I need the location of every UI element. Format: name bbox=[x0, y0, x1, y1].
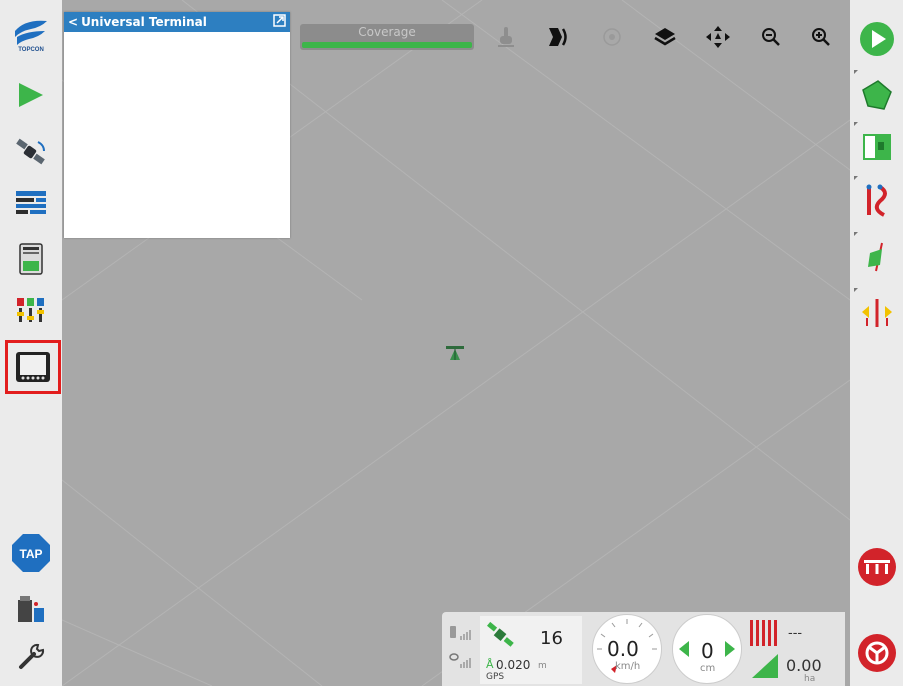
tap-label: TAP bbox=[19, 547, 42, 561]
coverage-label: Coverage bbox=[358, 25, 416, 39]
accuracy-icon: Å bbox=[486, 658, 494, 671]
left-sidebar: TOPCON TAP bbox=[0, 0, 62, 686]
position-source: GPS bbox=[486, 672, 505, 682]
area-value: 0.00 bbox=[786, 656, 822, 675]
submenu-indicator-icon bbox=[854, 176, 858, 180]
boom-sections-icon bbox=[858, 548, 896, 586]
zoom-in-icon[interactable] bbox=[806, 24, 836, 50]
nudge-icon bbox=[862, 299, 892, 327]
zoom-out-icon[interactable] bbox=[756, 24, 786, 50]
area-unit: ha bbox=[804, 674, 816, 684]
target-icon[interactable] bbox=[597, 24, 627, 50]
gps-status-block[interactable]: 16 Å 0.020 m GPS bbox=[480, 616, 582, 684]
gps-satellite-icon bbox=[487, 621, 514, 647]
swath-lines-button[interactable] bbox=[854, 176, 898, 222]
implement-settings-icon[interactable] bbox=[8, 180, 54, 226]
pin-marker-icon bbox=[868, 242, 883, 272]
back-chevron-icon[interactable]: < bbox=[68, 15, 78, 29]
coverage-progress-bar bbox=[302, 42, 472, 48]
satellite-count: 16 bbox=[540, 628, 563, 649]
machine-profile-icon[interactable] bbox=[8, 586, 54, 632]
accuracy-unit: m bbox=[538, 661, 547, 671]
universal-terminal-button[interactable] bbox=[5, 340, 61, 394]
wrench-settings-icon[interactable] bbox=[8, 634, 54, 680]
console-display-icon[interactable] bbox=[8, 236, 54, 282]
application-status-icon[interactable] bbox=[748, 618, 780, 680]
svg-text:TOPCON: TOPCON bbox=[18, 47, 44, 53]
play-icon bbox=[860, 22, 894, 56]
field-boundary-icon bbox=[862, 80, 892, 110]
marker-button[interactable] bbox=[854, 232, 898, 278]
offset-value: 0 bbox=[701, 639, 714, 663]
right-sidebar bbox=[850, 0, 903, 686]
guidance-lines-icon[interactable] bbox=[544, 24, 574, 50]
section-master-button[interactable] bbox=[856, 546, 898, 588]
field-marker-icon bbox=[863, 134, 891, 160]
submenu-indicator-icon bbox=[854, 70, 858, 74]
steering-wheel-icon bbox=[858, 634, 896, 672]
offset-unit: cm bbox=[700, 663, 716, 674]
play-guidance-icon[interactable] bbox=[8, 72, 54, 118]
ut-panel-header[interactable]: < Universal Terminal bbox=[64, 12, 290, 32]
satellite-icon[interactable] bbox=[8, 130, 54, 176]
coverage-button[interactable]: Coverage bbox=[300, 24, 474, 50]
speed-gauge[interactable]: 0.0 km/h bbox=[592, 614, 662, 684]
layers-icon[interactable] bbox=[650, 24, 680, 50]
universal-terminal-icon bbox=[16, 352, 50, 382]
submenu-indicator-icon bbox=[854, 288, 858, 292]
cross-track-gauge[interactable]: 0 cm bbox=[672, 614, 742, 684]
accuracy-value: 0.020 bbox=[496, 658, 531, 672]
shift-line-button[interactable] bbox=[854, 288, 898, 334]
vehicle-marker-icon bbox=[446, 345, 464, 365]
submenu-indicator-icon bbox=[854, 232, 858, 236]
tap-button[interactable]: TAP bbox=[8, 530, 54, 576]
count-value: --- bbox=[788, 626, 803, 641]
start-button[interactable] bbox=[856, 18, 898, 60]
section-control-icon[interactable] bbox=[8, 288, 54, 334]
app-window: < Universal Terminal Coverage TOPCON TAP… bbox=[0, 0, 903, 686]
hand-pointer-icon[interactable] bbox=[491, 24, 521, 50]
status-panel: 16 Å 0.020 m GPS 0.0 km/h 0 cm --- 0.00 … bbox=[442, 612, 845, 686]
field-boundary-button[interactable] bbox=[854, 70, 898, 116]
curve-lines-icon bbox=[866, 184, 887, 217]
universal-terminal-panel: < Universal Terminal bbox=[64, 12, 290, 238]
submenu-indicator-icon bbox=[854, 122, 858, 126]
speed-unit: km/h bbox=[615, 661, 641, 672]
speed-value: 0.0 bbox=[607, 637, 639, 661]
guidance-line-button[interactable] bbox=[854, 122, 898, 168]
pan-arrows-icon[interactable] bbox=[703, 24, 733, 50]
autosteer-button[interactable] bbox=[856, 632, 898, 674]
topcon-logo-icon[interactable]: TOPCON bbox=[8, 12, 54, 58]
signal-strength-icon[interactable] bbox=[448, 620, 474, 680]
ut-panel-title: Universal Terminal bbox=[81, 15, 207, 29]
open-external-icon[interactable] bbox=[273, 14, 286, 27]
